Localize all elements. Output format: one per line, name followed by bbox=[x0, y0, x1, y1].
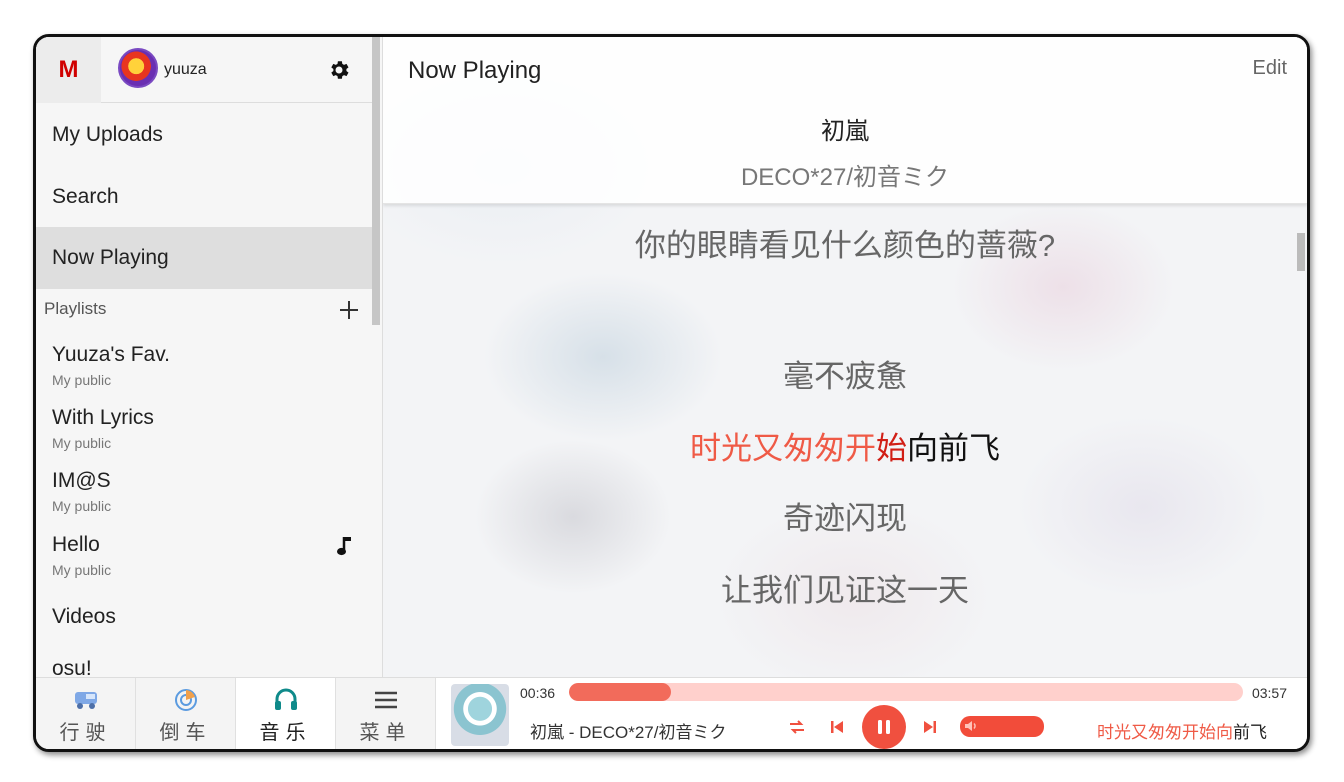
song-title: 初嵐 bbox=[821, 118, 869, 145]
next-icon[interactable] bbox=[921, 718, 939, 736]
playlists-label: Playlists bbox=[44, 299, 107, 318]
mini-lyric: 时光又匆匆开始向前飞 bbox=[1097, 718, 1267, 743]
lyric-unsung-part: 向前飞 bbox=[907, 431, 1000, 466]
tab-music[interactable]: 音乐 bbox=[236, 678, 336, 749]
mini-lyric-sung: 时光又匆匆开始向 bbox=[1097, 723, 1233, 742]
playlist-title: Yuuza's Fav. bbox=[52, 343, 171, 366]
tab-label: 音乐 bbox=[259, 722, 312, 744]
playlist-subtitle: My public bbox=[52, 562, 112, 578]
playlist-item[interactable]: Yuuza's Fav. My public bbox=[52, 343, 170, 388]
page-title: Now Playing bbox=[408, 57, 542, 84]
sidebar-item-label: osu! bbox=[52, 657, 92, 677]
album-art[interactable] bbox=[451, 684, 509, 746]
lyric-line[interactable]: 毫不疲惫 bbox=[383, 351, 1307, 396]
avatar[interactable] bbox=[118, 48, 158, 88]
pause-icon bbox=[878, 720, 890, 734]
progress-bar[interactable] bbox=[569, 683, 1243, 701]
music-note-icon bbox=[337, 537, 351, 556]
tab-label: 倒车 bbox=[159, 722, 212, 744]
playlist-item[interactable]: With Lyrics My public bbox=[52, 406, 154, 451]
song-artist: DECO*27/初音ミク bbox=[740, 164, 950, 191]
now-playing-panel: Now Playing Edit 初嵐 DECO*27/初音ミク 你的眼睛看见什… bbox=[383, 37, 1307, 677]
time-current: 00:36 bbox=[520, 685, 556, 701]
edit-button[interactable]: Edit bbox=[1227, 57, 1307, 80]
time-total: 03:57 bbox=[1251, 685, 1287, 701]
playlist-item[interactable]: IM@S My public bbox=[52, 469, 111, 514]
tab-reverse[interactable]: 倒车 bbox=[136, 678, 236, 749]
playlist-subtitle: My public bbox=[52, 498, 112, 514]
mini-lyric-rest: 前飞 bbox=[1233, 723, 1267, 742]
volume-slider[interactable] bbox=[960, 716, 1044, 737]
sidebar: M yuuza My Uploads Search Now Playing Pl… bbox=[36, 37, 383, 677]
nav-now-playing[interactable]: Now Playing bbox=[36, 227, 372, 289]
previous-icon[interactable] bbox=[828, 718, 846, 736]
sidebar-item-label: Videos bbox=[52, 605, 116, 628]
sidebar-header: M yuuza bbox=[36, 37, 372, 103]
tab-menu[interactable]: 菜单 bbox=[336, 678, 436, 749]
playlist-title: IM@S bbox=[52, 469, 111, 492]
sidebar-item-osu[interactable]: osu! bbox=[52, 657, 92, 677]
player-bar: 00:36 03:57 初嵐 - DECO*27/初音ミク 时光又匆匆开始向前飞 bbox=[436, 677, 1307, 749]
app-logo[interactable]: M bbox=[36, 37, 101, 103]
playlist-subtitle: My public bbox=[52, 372, 112, 388]
now-playing-header: Now Playing Edit 初嵐 DECO*27/初音ミク bbox=[383, 37, 1307, 204]
sidebar-scrollbar[interactable] bbox=[372, 37, 380, 325]
nav-search[interactable]: Search bbox=[36, 166, 372, 228]
username[interactable]: yuuza bbox=[164, 61, 207, 79]
app-window: M yuuza My Uploads Search Now Playing Pl… bbox=[33, 34, 1310, 752]
playlist-item[interactable]: Hello My public bbox=[52, 533, 111, 578]
volume-icon bbox=[965, 721, 976, 731]
progress-fill bbox=[569, 683, 672, 701]
tab-label: 行驶 bbox=[59, 722, 112, 744]
nav-my-uploads[interactable]: My Uploads bbox=[36, 104, 372, 166]
repeat-icon[interactable] bbox=[788, 718, 806, 736]
tab-drive[interactable]: 行驶 bbox=[36, 678, 136, 749]
lyric-line[interactable]: 让我们见证这一天 bbox=[383, 565, 1307, 610]
tab-label: 菜单 bbox=[359, 722, 412, 744]
lyric-line[interactable]: 奇迹闪现 bbox=[383, 493, 1307, 538]
lyric-current-char: 始 bbox=[876, 431, 907, 466]
lyric-line[interactable]: 你的眼睛看见什么颜色的蔷薇? bbox=[383, 220, 1307, 265]
radar-icon bbox=[174, 689, 197, 711]
menu-icon bbox=[374, 691, 397, 709]
lyric-line-current[interactable]: 时光又匆匆开始向前飞 bbox=[383, 423, 1307, 468]
bottom-tab-bar: 行驶 倒车 音乐 菜单 bbox=[36, 677, 436, 749]
sidebar-item-videos[interactable]: Videos bbox=[52, 605, 116, 629]
plus-icon[interactable] bbox=[338, 299, 360, 321]
pause-button[interactable] bbox=[862, 705, 906, 749]
playlist-title: With Lyrics bbox=[52, 406, 154, 429]
bus-icon bbox=[74, 692, 97, 709]
lyric-sung-part: 时光又匆匆开 bbox=[690, 431, 876, 466]
gear-icon[interactable] bbox=[327, 58, 351, 82]
headphones-icon bbox=[274, 688, 297, 710]
playlist-subtitle: My public bbox=[52, 435, 112, 451]
lyrics-scrollbar[interactable] bbox=[1297, 233, 1305, 271]
playlist-title: Hello bbox=[52, 533, 100, 556]
now-playing-text: 初嵐 - DECO*27/初音ミク bbox=[530, 723, 727, 742]
